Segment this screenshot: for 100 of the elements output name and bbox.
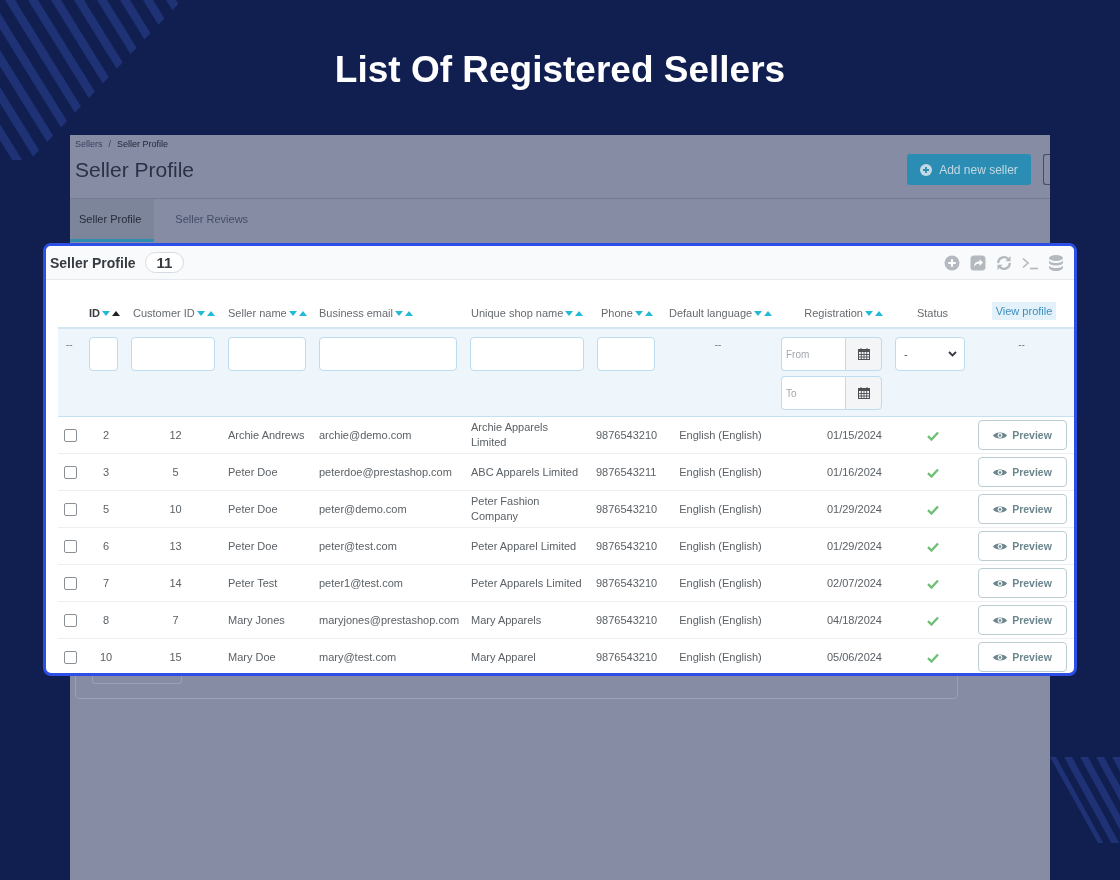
table-cell: 7 — [85, 564, 127, 602]
column-label: Seller name — [228, 306, 287, 320]
sort-up-icon[interactable] — [112, 310, 120, 316]
table-cell: mary@test.com — [315, 638, 466, 673]
chevron-down-icon — [948, 351, 957, 357]
table-cell: Peter Fashion Company — [466, 490, 593, 528]
preview-button[interactable]: Preview — [978, 642, 1067, 672]
database-icon[interactable] — [1048, 254, 1064, 271]
table-cell: Peter Test — [224, 564, 315, 602]
filter-input[interactable] — [597, 337, 655, 371]
add-icon[interactable] — [944, 254, 960, 271]
column-label: Phone — [601, 306, 633, 320]
table-cell: 9876543210 — [593, 601, 664, 639]
filter-input[interactable] — [131, 337, 215, 371]
table-cell: 13 — [127, 527, 224, 565]
table-cell: Peter Apparels Limited — [466, 564, 593, 602]
row-checkbox[interactable] — [64, 613, 77, 627]
table-cell: 3 — [85, 453, 127, 491]
status-select[interactable]: - — [895, 337, 965, 371]
table-cell: 10 — [85, 638, 127, 673]
column-label: Status — [916, 306, 949, 320]
row-checkbox[interactable] — [64, 539, 77, 553]
sort-down-icon[interactable] — [865, 310, 873, 316]
table-cell: 8 — [85, 601, 127, 639]
page-title: Seller Profile — [75, 157, 195, 182]
preview-button[interactable]: Preview — [978, 494, 1067, 524]
eye-icon — [993, 541, 1008, 551]
table-cell: 7 — [127, 601, 224, 639]
sort-down-icon[interactable] — [395, 310, 403, 316]
table-cell: Peter Doe — [224, 490, 315, 528]
calendar-icon — [857, 387, 870, 399]
row-checkbox[interactable] — [64, 465, 77, 479]
share-icon[interactable] — [970, 254, 986, 271]
table-cell: Mary Apparel — [466, 638, 593, 673]
tab[interactable]: Seller Profile — [70, 199, 155, 242]
breadcrumb-link[interactable]: Sellers — [75, 138, 103, 150]
preview-button[interactable]: Preview — [978, 605, 1067, 635]
sort-down-icon[interactable] — [288, 310, 297, 316]
table-cell: 15 — [127, 638, 224, 673]
date-from-field[interactable]: From — [781, 337, 845, 371]
filter-input[interactable] — [319, 337, 457, 371]
sort-down-icon[interactable] — [634, 310, 643, 316]
row-checkbox[interactable] — [64, 502, 77, 516]
table-cell: Mary Apparels — [466, 601, 593, 639]
eye-icon — [993, 430, 1008, 440]
sort-down-icon[interactable] — [565, 310, 574, 316]
table-cell: English (English) — [664, 527, 777, 565]
cut-off-button[interactable] — [1043, 154, 1050, 185]
eye-icon — [993, 467, 1008, 477]
table-cell: Archie Andrews — [224, 416, 315, 454]
calendar-button[interactable] — [845, 337, 882, 371]
breadcrumb-current: Seller Profile — [117, 138, 169, 150]
row-checkbox[interactable] — [64, 576, 77, 590]
preview-button[interactable]: Preview — [978, 568, 1067, 598]
refresh-icon[interactable] — [996, 254, 1012, 271]
date-to-field[interactable]: To — [781, 376, 845, 410]
column-label: ID — [89, 306, 100, 320]
plus-circle-icon — [920, 163, 933, 176]
table-cell: Peter Doe — [224, 527, 315, 565]
table-cell: maryjones@prestashop.com — [315, 601, 466, 639]
table-cell: 05/06/2024 — [777, 638, 891, 673]
table-cell: 01/16/2024 — [777, 453, 891, 491]
count-badge: 11 — [144, 252, 185, 273]
no-filter-dash: -- — [1018, 338, 1025, 352]
calendar-button[interactable] — [845, 376, 882, 410]
table-cell: 2 — [85, 416, 127, 454]
preview-button[interactable]: Preview — [978, 420, 1067, 450]
table-cell: English (English) — [664, 416, 777, 454]
table-cell: 5 — [127, 453, 224, 491]
table-cell: 9876543210 — [593, 638, 664, 673]
column-label: Customer ID — [133, 306, 195, 320]
table-cell: 9876543210 — [593, 490, 664, 528]
tab[interactable]: Seller Reviews — [166, 199, 262, 242]
table-cell: English (English) — [664, 453, 777, 491]
add-new-seller-button[interactable]: Add new seller — [907, 154, 1031, 185]
table-cell: 6 — [85, 527, 127, 565]
table-cell: 9876543211 — [593, 453, 664, 491]
sort-down-icon[interactable] — [196, 310, 205, 316]
page-heading: List Of Registered Sellers — [334, 48, 786, 92]
table-cell: peter1@test.com — [315, 564, 466, 602]
preview-button[interactable]: Preview — [978, 457, 1067, 487]
column-label: Registration — [804, 306, 863, 320]
filter-input[interactable] — [470, 337, 584, 371]
calendar-icon — [857, 348, 870, 360]
no-filter-dash: -- — [66, 338, 73, 352]
row-checkbox[interactable] — [64, 650, 77, 664]
eye-icon — [993, 578, 1008, 588]
table-cell: peter@test.com — [315, 527, 466, 565]
panel-title: Seller Profile — [50, 254, 136, 271]
table-cell: 01/15/2024 — [777, 416, 891, 454]
row-checkbox[interactable] — [64, 428, 77, 442]
table-cell: Mary Jones — [224, 601, 315, 639]
filter-input[interactable] — [89, 337, 118, 371]
no-filter-dash: -- — [714, 338, 722, 352]
column-label: Business email — [319, 306, 393, 320]
table-cell: 9876543210 — [593, 527, 664, 565]
preview-button[interactable]: Preview — [978, 531, 1067, 561]
sort-down-icon[interactable] — [754, 310, 763, 316]
table-cell: archie@demo.com — [315, 416, 466, 454]
filter-input[interactable] — [228, 337, 306, 371]
